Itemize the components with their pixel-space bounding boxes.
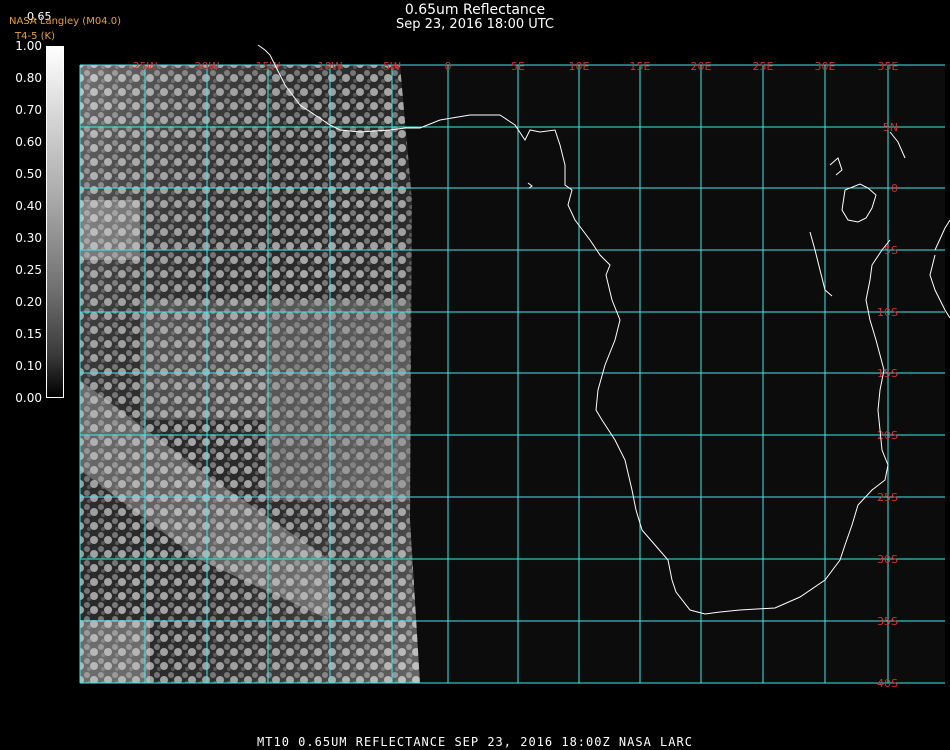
longitude-label: 30E (815, 60, 836, 73)
longitude-label: 25W (133, 60, 158, 73)
latitude-label: 40S (877, 677, 898, 690)
latitude-label: 30S (877, 553, 898, 566)
longitude-label: 10W (318, 60, 343, 73)
satellite-imagery (80, 65, 420, 683)
longitude-label: 20E (691, 60, 712, 73)
satellite-map: 25W 20W 15W 10W 5W 0 5E 10E 15E 20E 25E 30E 35E 5N05… (79, 44, 950, 690)
latitude-label: 25S (877, 491, 898, 504)
longitude-label: 35E (878, 60, 899, 73)
latitude-label: 10S (877, 306, 898, 319)
longitude-label: 20W (195, 60, 220, 73)
longitude-label: 25E (753, 60, 774, 73)
longitude-label: 5E (511, 60, 525, 73)
longitude-label: 15W (256, 60, 281, 73)
longitude-label: 10E (569, 60, 590, 73)
longitude-label: 0 (445, 60, 452, 73)
latitude-label: 0 (891, 182, 898, 195)
latitude-label: 5S (884, 244, 898, 257)
longitude-label: 5W (383, 60, 401, 73)
latitude-label: 15S (877, 367, 898, 380)
longitude-label: 15E (630, 60, 651, 73)
latitude-label: 35S (877, 615, 898, 628)
footer-caption: MT10 0.65UM REFLECTANCE SEP 23, 2016 18:… (257, 735, 693, 749)
